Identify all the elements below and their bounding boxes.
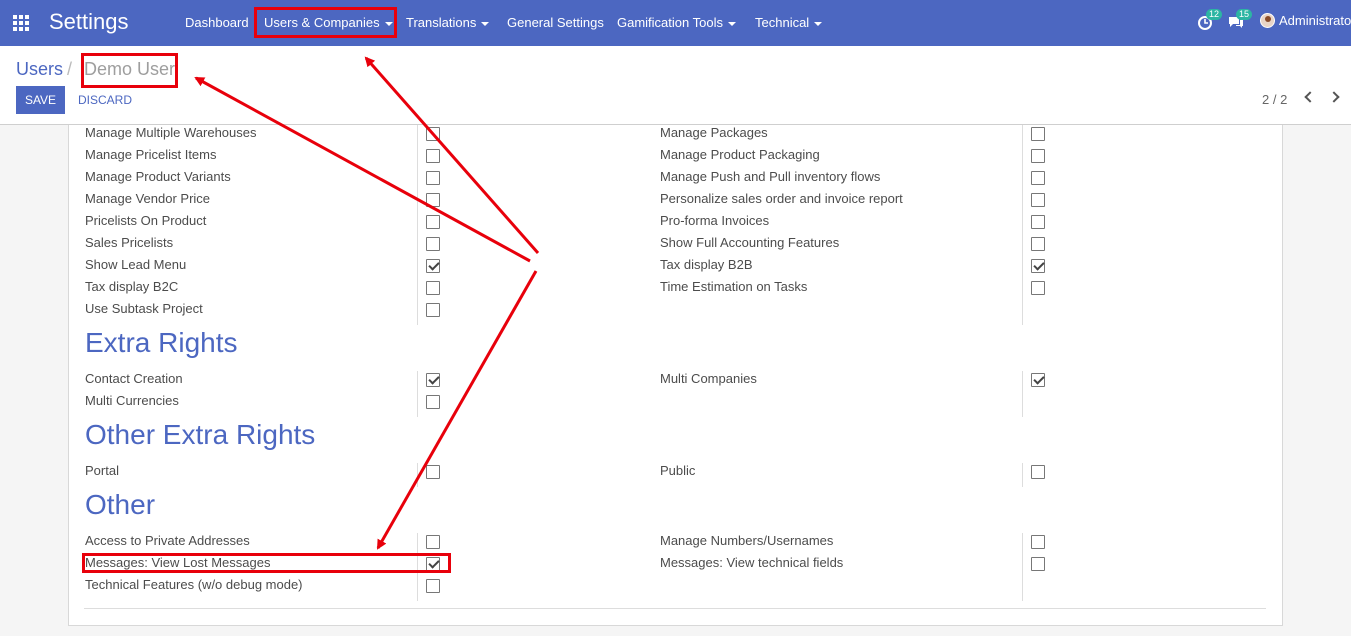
- column-divider: [1022, 371, 1023, 417]
- field-checkbox[interactable]: [426, 171, 440, 185]
- field-label: Show Full Accounting Features: [660, 235, 840, 250]
- field-label: Tax display B2C: [85, 279, 179, 294]
- field-checkbox[interactable]: [426, 127, 440, 141]
- field-label: Pro-forma Invoices: [660, 213, 770, 228]
- column-divider: [1022, 533, 1023, 601]
- field-checkbox[interactable]: [1031, 259, 1045, 273]
- field-label: Manage Pricelist Items: [85, 147, 217, 162]
- field-checkbox[interactable]: [426, 557, 440, 571]
- field-label: Time Estimation on Tasks: [660, 279, 808, 294]
- caret-down-icon: [727, 21, 736, 26]
- field-checkbox[interactable]: [1031, 557, 1045, 571]
- field-checkbox[interactable]: [426, 373, 440, 387]
- field-checkbox[interactable]: [426, 281, 440, 295]
- field-checkbox[interactable]: [1031, 465, 1045, 479]
- field-checkbox[interactable]: [426, 215, 440, 229]
- field-label: Manage Product Packaging: [660, 147, 820, 162]
- field-checkbox[interactable]: [426, 395, 440, 409]
- control-panel: Users / Demo User SAVE DISCARD 2 / 2: [0, 46, 1351, 125]
- caret-down-icon: [481, 21, 490, 26]
- menu-technical[interactable]: Technical: [755, 15, 823, 30]
- menu-dashboard[interactable]: Dashboard: [185, 15, 249, 30]
- field-checkbox[interactable]: [1031, 171, 1045, 185]
- field-label: Manage Vendor Price: [85, 191, 211, 206]
- column-divider: [417, 463, 418, 487]
- chevron-left-icon[interactable]: [1304, 91, 1316, 103]
- menu-general-settings[interactable]: General Settings: [507, 15, 604, 30]
- avatar: [1260, 13, 1275, 28]
- chevron-right-icon[interactable]: [1328, 91, 1340, 103]
- field-checkbox[interactable]: [1031, 149, 1045, 163]
- field-checkbox[interactable]: [426, 303, 440, 317]
- menu-gamification-tools[interactable]: Gamification Tools: [617, 15, 736, 30]
- field-label: Manage Product Variants: [85, 169, 231, 184]
- save-button[interactable]: SAVE: [16, 86, 65, 114]
- menu-gamification-label: Gamification Tools: [617, 15, 723, 30]
- field-checkbox[interactable]: [1031, 237, 1045, 251]
- breadcrumb-separator: /: [67, 59, 73, 79]
- app-title: Settings: [49, 9, 129, 34]
- menu-translations[interactable]: Translations: [406, 15, 490, 30]
- column-divider: [417, 533, 418, 601]
- field-checkbox[interactable]: [426, 259, 440, 273]
- field-label: Multi Companies: [660, 371, 757, 386]
- field-label: Show Lead Menu: [85, 257, 187, 272]
- field-checkbox[interactable]: [426, 193, 440, 207]
- top-navbar: Settings Dashboard Users & Companies Tra…: [0, 0, 1351, 46]
- field-label: Public: [660, 463, 696, 478]
- messages-badge: 15: [1236, 9, 1253, 20]
- field-label: Contact Creation: [85, 371, 183, 386]
- caret-down-icon: [814, 21, 823, 26]
- column-divider: [417, 371, 418, 417]
- field-checkbox[interactable]: [1031, 127, 1045, 141]
- caret-down-icon: [384, 21, 393, 26]
- discard-button[interactable]: DISCARD: [78, 93, 132, 107]
- field-label: Manage Numbers/Usernames: [660, 533, 834, 548]
- field-label: Pricelists On Product: [85, 213, 207, 228]
- menu-translations-label: Translations: [406, 15, 477, 30]
- field-checkbox[interactable]: [1031, 215, 1045, 229]
- field-checkbox[interactable]: [1031, 373, 1045, 387]
- user-menu[interactable]: Administrato: [1260, 13, 1351, 28]
- messages-button[interactable]: 15: [1227, 9, 1253, 34]
- field-label: Technical Features (w/o debug mode): [85, 577, 303, 592]
- menu-technical-label: Technical: [755, 15, 810, 30]
- column-divider: [1022, 125, 1023, 325]
- user-name: Administrato: [1279, 13, 1351, 28]
- field-label: Manage Push and Pull inventory flows: [660, 169, 881, 184]
- apps-grid-icon[interactable]: [13, 15, 31, 31]
- field-label: Manage Packages: [660, 125, 768, 140]
- field-label: Multi Currencies: [85, 393, 179, 408]
- breadcrumb-current: Demo User: [84, 59, 176, 79]
- column-divider: [1022, 463, 1023, 487]
- menu-users-companies-label: Users & Companies: [264, 15, 380, 30]
- field-label: Messages: View Lost Messages: [85, 555, 271, 570]
- field-checkbox[interactable]: [1031, 193, 1045, 207]
- field-label: Tax display B2B: [660, 257, 753, 272]
- field-checkbox[interactable]: [1031, 535, 1045, 549]
- field-label: Personalize sales order and invoice repo…: [660, 191, 903, 206]
- field-label: Access to Private Addresses: [85, 533, 250, 548]
- field-label: Sales Pricelists: [85, 235, 174, 250]
- field-label: Messages: View technical fields: [660, 555, 844, 570]
- section-other-extra-rights: Other Extra Rights: [85, 419, 316, 450]
- field-label: Manage Multiple Warehouses: [85, 125, 257, 140]
- activity-button[interactable]: 12: [1197, 9, 1223, 34]
- field-checkbox[interactable]: [1031, 281, 1045, 295]
- menu-users-companies[interactable]: Users & Companies: [264, 15, 393, 30]
- divider: [84, 608, 1266, 609]
- pager-value: 2 / 2: [1262, 92, 1288, 107]
- field-label: Use Subtask Project: [85, 301, 203, 316]
- field-checkbox[interactable]: [426, 465, 440, 479]
- section-extra-rights: Extra Rights: [85, 327, 238, 358]
- field-checkbox[interactable]: [426, 579, 440, 593]
- field-label: Portal: [85, 463, 119, 478]
- column-divider: [417, 125, 418, 325]
- field-checkbox[interactable]: [426, 535, 440, 549]
- activity-badge: 12: [1206, 9, 1223, 20]
- field-checkbox[interactable]: [426, 149, 440, 163]
- breadcrumb-users[interactable]: Users: [16, 59, 63, 80]
- field-checkbox[interactable]: [426, 237, 440, 251]
- section-other: Other: [85, 489, 156, 520]
